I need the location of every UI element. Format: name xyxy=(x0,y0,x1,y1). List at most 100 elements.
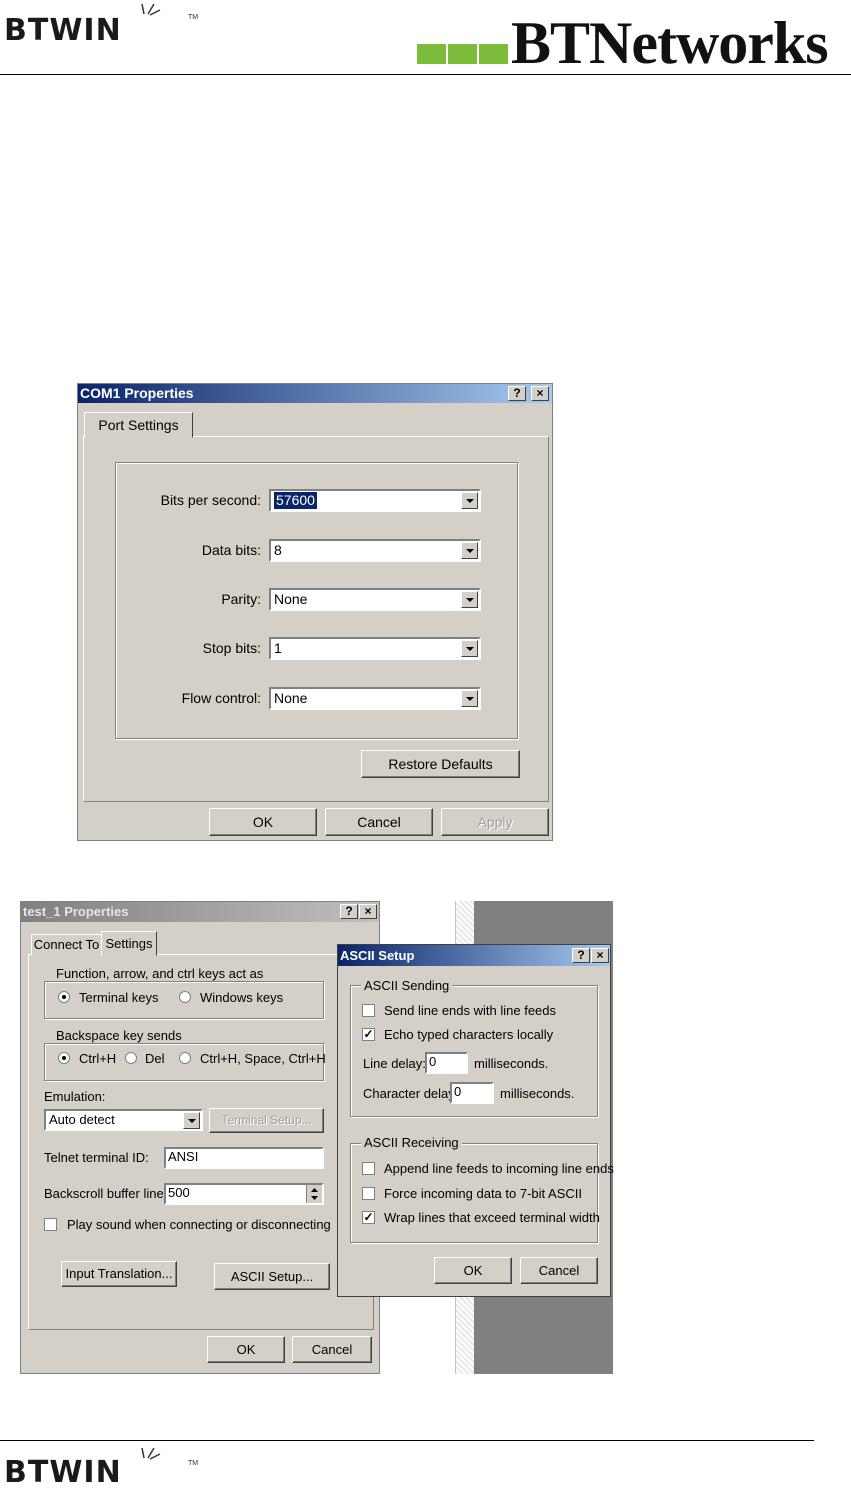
emulation-value: Auto detect xyxy=(49,1112,115,1127)
backscroll-value: 500 xyxy=(168,1185,190,1200)
telnet-id-label: Telnet terminal ID: xyxy=(44,1150,149,1165)
ascii-setup-button[interactable]: ASCII Setup... xyxy=(214,1263,330,1290)
chevron-down-icon[interactable] xyxy=(461,492,478,509)
logo-spark-icon xyxy=(141,3,161,16)
close-icon[interactable]: × xyxy=(591,948,609,963)
bits-per-second-value: 57600 xyxy=(274,492,317,509)
cancel-button[interactable]: Cancel xyxy=(325,808,433,836)
terminal-keys-radio[interactable] xyxy=(58,991,70,1003)
help-icon[interactable]: ? xyxy=(508,386,526,401)
chevron-down-icon[interactable] xyxy=(461,591,478,608)
force-7bit-checkbox[interactable] xyxy=(362,1187,375,1200)
flow-control-label: Flow control: xyxy=(181,690,261,706)
help-icon[interactable]: ? xyxy=(572,948,590,963)
spinner-icon[interactable] xyxy=(306,1185,322,1203)
wrap-lines-checkbox[interactable]: ✓ xyxy=(362,1211,375,1224)
send-line-ends-label: Send line ends with line feeds xyxy=(384,1003,557,1018)
tab-connect-to[interactable]: Connect To xyxy=(31,934,102,956)
backscroll-input[interactable]: 500 xyxy=(164,1183,324,1205)
chevron-down-icon[interactable] xyxy=(183,1112,200,1129)
ascii-ok-button[interactable]: OK xyxy=(434,1257,512,1284)
close-icon[interactable]: × xyxy=(359,904,377,919)
ctrl-h-space-radio[interactable] xyxy=(179,1052,191,1064)
telnet-id-input[interactable]: ANSI xyxy=(164,1147,324,1169)
line-delay-unit: milliseconds. xyxy=(474,1056,549,1071)
play-sound-checkbox[interactable] xyxy=(44,1218,57,1231)
parity-select[interactable]: None xyxy=(269,588,481,611)
bits-per-second-select[interactable]: 57600 xyxy=(269,489,481,512)
com1-titlebar: COM1 Properties xyxy=(78,384,552,403)
stop-bits-label: Stop bits: xyxy=(202,640,261,656)
chevron-down-icon[interactable] xyxy=(461,542,478,559)
test1-ok-button[interactable]: OK xyxy=(207,1336,285,1363)
test1-title: test_1 Properties xyxy=(23,904,129,919)
footer-btwin-logo: BTWIN xyxy=(4,1456,122,1490)
chevron-down-icon[interactable] xyxy=(461,690,478,707)
brand-block-1 xyxy=(417,44,446,64)
line-delay-input[interactable]: 0 xyxy=(425,1052,468,1074)
force-7bit-label: Force incoming data to 7-bit ASCII xyxy=(384,1186,582,1201)
tab-settings[interactable]: Settings xyxy=(101,931,157,956)
data-bits-value: 8 xyxy=(274,542,282,558)
ascii-setup-dialog: ASCII Setup ? × ASCII Sending Send line … xyxy=(337,944,614,1297)
data-bits-label: Data bits: xyxy=(201,542,261,558)
test1-cancel-button[interactable]: Cancel xyxy=(292,1336,372,1363)
terminal-setup-button[interactable]: Terminal Setup... xyxy=(209,1108,324,1133)
char-delay-unit: milliseconds. xyxy=(500,1086,575,1101)
com1-title: COM1 Properties xyxy=(80,385,194,401)
del-radio[interactable] xyxy=(125,1052,137,1064)
close-icon[interactable]: × xyxy=(531,386,549,401)
footer-trademark-mark: TM xyxy=(188,1460,199,1467)
help-icon[interactable]: ? xyxy=(340,904,358,919)
data-bits-select[interactable]: 8 xyxy=(269,539,481,562)
ok-button[interactable]: OK xyxy=(209,808,317,836)
wrap-lines-label: Wrap lines that exceed terminal width xyxy=(384,1210,600,1225)
brand-block-3 xyxy=(479,44,508,64)
ctrl-h-space-label: Ctrl+H, Space, Ctrl+H xyxy=(200,1051,326,1066)
emulation-select[interactable]: Auto detect xyxy=(44,1109,203,1131)
stop-bits-value: 1 xyxy=(274,640,282,656)
parity-label: Parity: xyxy=(221,591,261,607)
bits-per-second-label: Bits per second: xyxy=(160,492,261,508)
apply-button[interactable]: Apply xyxy=(441,808,549,836)
del-label: Del xyxy=(145,1051,165,1066)
flow-control-select[interactable]: None xyxy=(269,687,481,710)
ascii-titlebar: ASCII Setup xyxy=(338,945,610,966)
footer-logo-spark-icon xyxy=(141,1447,161,1460)
stop-bits-select[interactable]: 1 xyxy=(269,637,481,660)
emulation-label: Emulation: xyxy=(44,1089,106,1104)
ascii-receiving-title: ASCII Receiving xyxy=(361,1135,462,1150)
header-divider xyxy=(0,74,851,75)
parity-value: None xyxy=(274,591,308,607)
test1-properties-dialog: test_1 Properties ? × Connect To Setting… xyxy=(20,901,380,1374)
echo-typed-checkbox[interactable]: ✓ xyxy=(362,1028,375,1041)
windows-keys-radio[interactable] xyxy=(179,991,191,1003)
btwin-logo: BTWIN xyxy=(4,14,122,48)
function-keys-group-title: Function, arrow, and ctrl keys act as xyxy=(53,966,267,981)
btnetworks-logo: BTNetworks xyxy=(511,10,829,76)
ctrl-h-radio[interactable] xyxy=(58,1052,70,1064)
send-line-ends-checkbox[interactable] xyxy=(362,1004,375,1017)
spinner-arrows-icon xyxy=(311,1188,318,1200)
terminal-keys-label: Terminal keys xyxy=(79,990,159,1005)
echo-typed-label: Echo typed characters locally xyxy=(384,1027,554,1042)
line-delay-label: Line delay: xyxy=(363,1056,426,1071)
ascii-sending-title: ASCII Sending xyxy=(361,978,453,993)
brand-block-2 xyxy=(448,44,477,64)
char-delay-input[interactable]: 0 xyxy=(450,1082,494,1104)
append-lf-checkbox[interactable] xyxy=(362,1162,375,1175)
test1-titlebar: test_1 Properties xyxy=(21,902,379,922)
windows-keys-label: Windows keys xyxy=(200,990,284,1005)
play-sound-label: Play sound when connecting or disconnect… xyxy=(67,1217,331,1232)
tab-port-settings[interactable]: Port Settings xyxy=(84,412,193,438)
input-translation-button[interactable]: Input Translation... xyxy=(61,1261,177,1287)
flow-control-value: None xyxy=(274,690,308,706)
append-lf-label: Append line feeds to incoming line ends xyxy=(384,1161,614,1176)
char-delay-label: Character delay: xyxy=(363,1086,459,1101)
ascii-cancel-button[interactable]: Cancel xyxy=(520,1257,598,1284)
ascii-title: ASCII Setup xyxy=(340,948,415,963)
backspace-group-title: Backspace key sends xyxy=(53,1028,185,1043)
footer-btwin-logo-text: BTWIN xyxy=(4,1455,122,1490)
restore-defaults-button[interactable]: Restore Defaults xyxy=(361,750,520,778)
chevron-down-icon[interactable] xyxy=(461,640,478,657)
